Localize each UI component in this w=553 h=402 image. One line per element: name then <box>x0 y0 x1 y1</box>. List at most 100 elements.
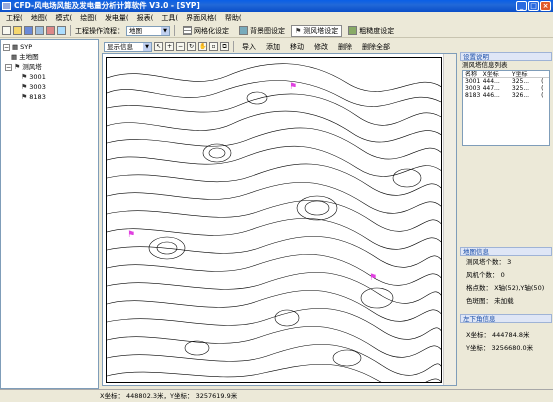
tower-label: 3001 <box>29 73 46 81</box>
copy-icon[interactable]: ⧉ <box>220 42 229 51</box>
column-header[interactable]: Y坐标 <box>512 71 541 77</box>
mesh-settings-button[interactable]: 网格化设定 <box>179 25 233 37</box>
map-view[interactable]: ⚑ ⚑ ⚑ <box>102 53 457 386</box>
mesh-settings-label: 网格化设定 <box>194 26 229 35</box>
tree-item-map[interactable]: ▦ 主地图 <box>3 52 96 62</box>
info-icon[interactable] <box>57 26 66 35</box>
select-icon[interactable]: ▫ <box>209 42 218 51</box>
zoom-out-icon[interactable]: − <box>176 42 185 51</box>
table-row[interactable]: 3003 447... 325... ( <box>463 85 549 92</box>
chevron-down-icon: ▼ <box>143 42 151 51</box>
lower-left-x: X坐标： 444784.8米 <box>466 331 530 339</box>
delete-button[interactable]: 删除 <box>334 41 356 53</box>
save-icon[interactable] <box>24 26 33 35</box>
restore-button[interactable]: □ <box>528 1 539 11</box>
background-settings-label: 背景图设定 <box>250 26 285 35</box>
new-file-icon[interactable] <box>2 26 11 35</box>
tree-root[interactable]: − ▦ SYP <box>3 42 96 52</box>
flag-icon: ⚑ <box>21 93 28 101</box>
roughness-settings-button[interactable]: 粗糙度设定 <box>344 25 398 37</box>
tower-settings-button[interactable]: ⚑ 测风塔设定 <box>291 24 343 37</box>
tower-count: 测风塔个数： 3 <box>466 258 512 266</box>
tower-list-title: 测风塔信息列表 <box>462 61 508 69</box>
chevron-down-icon: ▼ <box>161 26 169 35</box>
image-icon[interactable] <box>35 26 44 35</box>
collapse-icon[interactable]: − <box>5 63 12 71</box>
menu-draw[interactable]: 绘图( <box>76 12 101 24</box>
tower-marker[interactable]: ⚑ <box>289 82 297 92</box>
tools-icon[interactable] <box>46 26 55 35</box>
flag-icon: ⚑ <box>295 26 302 35</box>
column-header[interactable]: X坐标 <box>483 71 512 77</box>
tree-item-tower[interactable]: ⚑ 3001 <box>3 72 96 82</box>
menu-bar: 工程( 地图( 模式( 绘图( 发电量( 报表( 工具( 界面风格( 帮助( <box>0 12 553 24</box>
table-row[interactable]: 3001 444... 325... ( <box>463 78 549 85</box>
display-select-value: 显示信息 <box>107 42 133 51</box>
tower-marker[interactable]: ⚑ <box>369 273 377 283</box>
main-toolbar: 工程操作流程： 地图 ▼ 网格化设定 背景图设定 ⚑ 测风塔设定 粗糙度设定 <box>0 24 553 38</box>
menu-generation[interactable]: 发电量( <box>101 12 133 24</box>
settings-panel-title[interactable]: 设置说明 <box>460 52 552 61</box>
edit-button[interactable]: 修改 <box>310 41 332 53</box>
tower-table: 名称 X坐标 Y坐标 3001 444... 325... ( 3003 447… <box>462 70 550 146</box>
lower-left-y: Y坐标： 3256680.0米 <box>466 344 534 352</box>
map-scrollbar[interactable] <box>443 54 456 385</box>
menu-map[interactable]: 地图( <box>27 12 52 24</box>
table-cell: 8183 <box>465 92 481 99</box>
collapse-icon[interactable]: − <box>3 43 10 51</box>
table-row[interactable]: 8183 446... 326... ( <box>463 92 549 99</box>
roughness-settings-label: 粗糙度设定 <box>359 26 395 35</box>
tree-root-label: SYP <box>20 43 33 51</box>
flag-icon: ⚑ <box>14 63 21 71</box>
table-cell: 3003 <box>465 85 481 92</box>
column-header[interactable]: 名称 <box>463 71 483 77</box>
project-tree: − ▦ SYP ▦ 主地图 − ⚑ 测风塔 ⚑ 3001 ⚑ 3003 ⚑ 81… <box>0 39 99 389</box>
cursor-coordinates: X坐标： 448802.3米，Y坐标： 3257619.9米 <box>100 392 238 400</box>
close-button[interactable]: × <box>540 1 551 11</box>
zoom-in-icon[interactable]: + <box>165 42 174 51</box>
pointer-icon[interactable]: ↖ <box>154 42 163 51</box>
minimize-button[interactable]: _ <box>516 1 527 11</box>
contour-map[interactable]: ⚑ ⚑ ⚑ <box>106 57 442 383</box>
refresh-icon[interactable]: ↻ <box>187 42 196 51</box>
table-cell: 3001 <box>465 78 481 85</box>
import-button[interactable]: 导入 <box>238 41 260 53</box>
table-cell: ( <box>541 78 544 85</box>
lower-left-title[interactable]: 左下角信息 <box>460 314 552 323</box>
pan-icon[interactable]: ✋ <box>198 42 207 51</box>
map-toolbar: 显示信息 ▼ ↖ + − ↻ ✋ ▫ ⧉ 导入 添加 移动 修改 删除 删除全部 <box>102 40 457 53</box>
menu-help[interactable]: 帮助( <box>221 12 246 24</box>
background-icon <box>239 26 248 35</box>
column-header[interactable] <box>541 71 549 77</box>
process-select[interactable]: 地图 ▼ <box>126 25 170 36</box>
table-cell: ( <box>541 85 544 92</box>
title-bar: CFD-风电场风能及发电量分析计算软件 V3.0 - [SYP] _ □ × <box>0 0 553 12</box>
delete-all-button[interactable]: 删除全部 <box>358 41 394 53</box>
open-folder-icon[interactable] <box>13 26 22 35</box>
tree-item-towers[interactable]: − ⚑ 测风塔 <box>3 62 96 72</box>
status-bar: X坐标： 448802.3米，Y坐标： 3257619.9米 <box>0 389 553 401</box>
tower-marker[interactable]: ⚑ <box>127 230 135 240</box>
flag-icon: ⚑ <box>21 73 28 81</box>
tree-item-tower[interactable]: ⚑ 3003 <box>3 82 96 92</box>
add-button[interactable]: 添加 <box>262 41 284 53</box>
display-select[interactable]: 显示信息 ▼ <box>104 41 152 52</box>
process-label: 工程操作流程： <box>75 26 124 35</box>
tree-item-tower[interactable]: ⚑ 8183 <box>3 92 96 102</box>
menu-project[interactable]: 工程( <box>2 12 27 24</box>
app-icon <box>2 2 11 10</box>
roughness-icon <box>348 26 358 35</box>
background-settings-button[interactable]: 背景图设定 <box>235 25 289 37</box>
map-info-title[interactable]: 地图信息 <box>460 247 552 256</box>
right-panel: 设置说明 测风塔信息列表 名称 X坐标 Y坐标 3001 444... 325.… <box>460 52 552 389</box>
flag-icon: ⚑ <box>21 83 28 91</box>
window-title: CFD-风电场风能及发电量分析计算软件 V3.0 - [SYP] <box>14 1 200 10</box>
menu-report[interactable]: 报表( <box>133 12 158 24</box>
table-cell: 326... <box>511 92 530 99</box>
tree-item-towers-label: 测风塔 <box>22 63 42 71</box>
menu-mode[interactable]: 模式( <box>51 12 76 24</box>
grid-icon <box>183 26 192 35</box>
move-button[interactable]: 移动 <box>286 41 308 53</box>
menu-style[interactable]: 界面风格( <box>182 12 221 24</box>
menu-tools[interactable]: 工具( <box>157 12 182 24</box>
